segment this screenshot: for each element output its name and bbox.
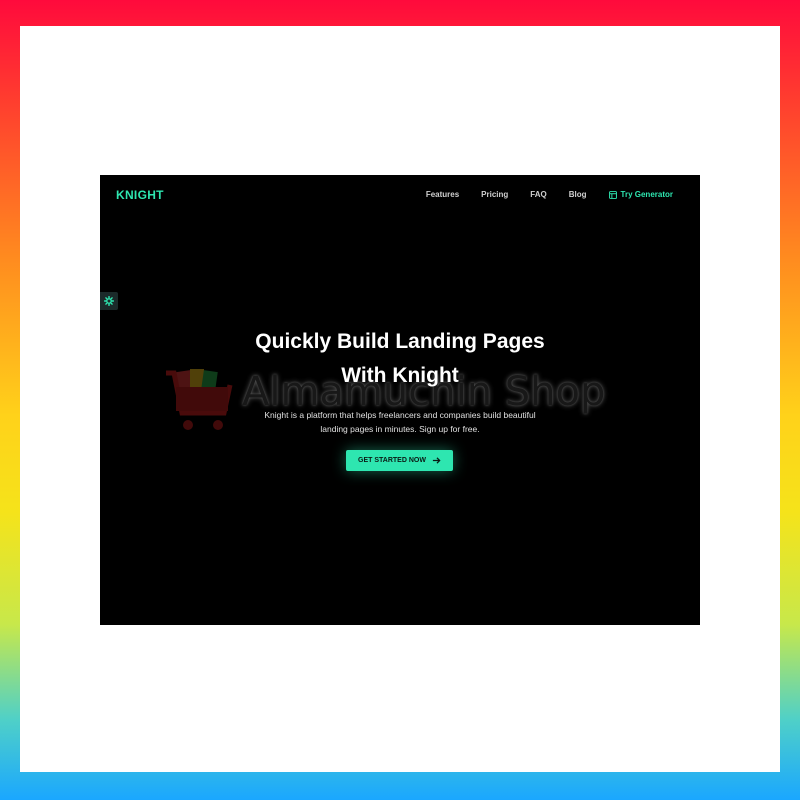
hero-title: Quickly Build Landing Pages With Knight	[100, 325, 700, 393]
try-generator-label: Try Generator	[620, 190, 673, 199]
try-generator-link[interactable]: Try Generator	[608, 190, 673, 199]
hero-subtitle-line-2: landing pages in minutes. Sign up for fr…	[320, 424, 480, 434]
get-started-label: GET STARTED NOW	[358, 457, 426, 464]
landing-page-screenshot: KNIGHT Features Pricing FAQ Blog Try Gen…	[100, 175, 700, 625]
get-started-button[interactable]: GET STARTED NOW	[346, 450, 453, 471]
top-navbar: KNIGHT Features Pricing FAQ Blog Try Gen…	[100, 175, 700, 215]
hero-subtitle: Knight is a platform that helps freelanc…	[240, 408, 560, 436]
nav-links: Features Pricing FAQ Blog Try Generator	[404, 190, 673, 199]
layout-icon	[608, 190, 617, 199]
nav-link-faq[interactable]: FAQ	[530, 190, 546, 199]
hero-title-line-1: Quickly Build Landing Pages	[255, 330, 545, 353]
hero-subtitle-line-1: Knight is a platform that helps freelanc…	[264, 410, 536, 420]
brand-logo[interactable]: KNIGHT	[116, 188, 164, 202]
gear-icon	[104, 296, 114, 306]
hero-title-line-2: With Knight	[341, 364, 459, 387]
arrow-right-icon	[432, 457, 441, 464]
nav-link-blog[interactable]: Blog	[569, 190, 587, 199]
settings-toggle[interactable]	[100, 292, 118, 310]
nav-link-features[interactable]: Features	[426, 190, 459, 199]
nav-link-pricing[interactable]: Pricing	[481, 190, 508, 199]
